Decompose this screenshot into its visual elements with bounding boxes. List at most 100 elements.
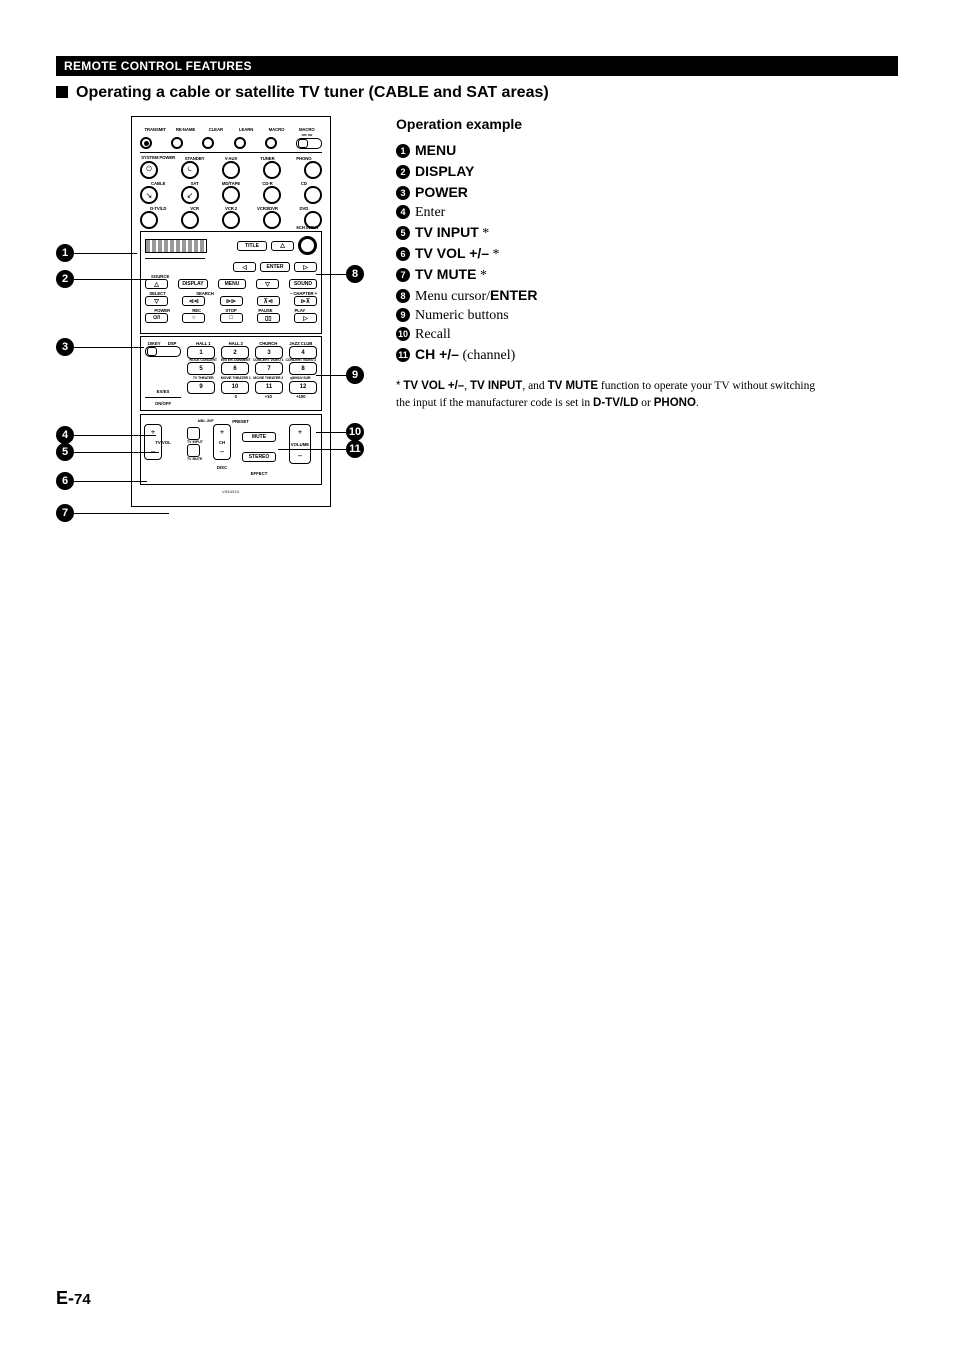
10key-dsp-switch[interactable] xyxy=(145,346,181,357)
vcr-button[interactable] xyxy=(181,211,199,229)
page: REMOTE CONTROL FEATURES Operating a cabl… xyxy=(0,0,954,1351)
num-5-button[interactable]: 5 xyxy=(187,362,215,375)
rec-button[interactable]: ○ xyxy=(182,313,205,323)
tv-input-button[interactable] xyxy=(187,427,200,440)
system-power-button[interactable]: ⏻ xyxy=(140,161,158,179)
op-item-7-suffix: * xyxy=(476,268,487,283)
callout-bubble-7: 7 xyxy=(56,504,74,522)
enter-button[interactable]: ENTER xyxy=(260,262,290,272)
menu-button[interactable]: MENU xyxy=(218,279,246,289)
onoff-col: ON/OFF xyxy=(145,394,181,406)
bullet-11: 11 xyxy=(396,348,410,362)
title-button[interactable]: TITLE xyxy=(237,241,267,251)
callout-bubble-2: 2 xyxy=(56,270,74,288)
callout-bubble-1: 1 xyxy=(56,244,74,262)
source-up-button[interactable]: △ xyxy=(145,279,168,289)
label-ch: CH xyxy=(208,440,236,445)
dtvld-button[interactable] xyxy=(140,211,158,229)
sound-button[interactable]: SOUND xyxy=(289,279,317,289)
search-fwd-button[interactable]: ⊳⊳ xyxy=(220,296,243,306)
callout-bubble-5: 5 xyxy=(56,443,74,461)
callout-bubble-8: 8 xyxy=(346,265,364,283)
bullet-7: 7 xyxy=(396,268,410,282)
num-6-button[interactable]: 6 xyxy=(221,362,249,375)
vcr3dvr-button[interactable] xyxy=(263,211,281,229)
op-item-10-text: Recall xyxy=(415,327,451,342)
cable-button[interactable]: ↘ xyxy=(140,186,158,204)
label-learn: LEARN xyxy=(231,127,261,137)
num-9-button[interactable]: 9 xyxy=(187,381,215,394)
num-11-button[interactable]: 11 xyxy=(255,381,283,394)
stop-button[interactable]: □ xyxy=(220,313,243,323)
learn-button[interactable] xyxy=(234,137,246,149)
page-prefix: E- xyxy=(56,1288,74,1308)
page-num: 74 xyxy=(74,1291,91,1308)
transmit-led xyxy=(140,137,152,149)
pause-button[interactable]: ▯▯ xyxy=(257,313,280,323)
num-10-button[interactable]: 10 xyxy=(221,381,249,394)
macro-button[interactable] xyxy=(265,137,277,149)
mdtape-button[interactable] xyxy=(222,186,240,204)
skip-fwd-button[interactable]: ⊳⊼ xyxy=(294,296,317,306)
label-tvmute: TV MUTE xyxy=(187,457,205,461)
page-number: E-74 xyxy=(56,1288,91,1309)
fn-part-2: TV INPUT xyxy=(470,380,522,392)
bottom-num-labels: 0 +10 +100 xyxy=(187,394,317,406)
cursor-down-button[interactable]: ▽ xyxy=(256,279,279,289)
macro-switch[interactable] xyxy=(296,138,322,149)
standby-button[interactable]: ⏾ xyxy=(181,161,199,179)
bottom-plus-labels: 0 +10 +100 xyxy=(187,394,317,399)
label-tvinput: TV INPUT xyxy=(187,440,205,444)
menu-row: △ DISPLAY MENU ▽ SOUND xyxy=(145,279,317,289)
label-onoff: ON/OFF xyxy=(145,401,181,406)
op-item-7-text: TV MUTE xyxy=(415,266,476,282)
cd-button[interactable] xyxy=(304,186,322,204)
op-item-11-suffix: (channel) xyxy=(459,348,515,363)
op-item-1: 1MENU xyxy=(396,142,826,160)
num-12-button[interactable]: 12 xyxy=(289,381,317,394)
num-7-button[interactable]: 7 xyxy=(255,362,283,375)
op-item-11: 11 CH +/– (channel) xyxy=(396,346,826,364)
source-display xyxy=(145,239,207,253)
vaux-button[interactable] xyxy=(222,161,240,179)
power-button[interactable]: ⏻/I xyxy=(145,313,168,323)
remote-diagram-wrapper: 1 2 3 4 5 6 7 8 9 10 11 xyxy=(56,116,396,507)
fn-part-3: , and xyxy=(522,380,547,392)
clear-button[interactable] xyxy=(202,137,214,149)
op-item-2: 2DISPLAY xyxy=(396,163,826,181)
fn-part-0: TV VOL +/– xyxy=(403,380,464,392)
volume-col: +– VOLUME xyxy=(282,424,318,469)
op-item-6-suffix: * xyxy=(489,247,500,262)
cdr-button[interactable] xyxy=(263,186,281,204)
cursor-right-button[interactable]: ▷ xyxy=(294,262,317,272)
vcr2-button[interactable] xyxy=(222,211,240,229)
cursor-left-button[interactable]: ◁ xyxy=(233,262,256,272)
op-item-4-text: Enter xyxy=(415,205,445,220)
skip-back-button[interactable]: ⊼⊲ xyxy=(257,296,280,306)
cursor-up-button[interactable]: △ xyxy=(271,241,294,251)
phono-button[interactable] xyxy=(304,161,322,179)
fn-part-4: TV MUTE xyxy=(548,380,598,392)
tuner-button[interactable] xyxy=(263,161,281,179)
op-item-8-text: ENTER xyxy=(490,287,537,303)
bottom-main-row: +– TV VOL TV INPUT TV MUTE +– CH xyxy=(144,424,318,476)
op-item-4: 4Enter xyxy=(396,205,826,221)
tv-mute-button[interactable] xyxy=(187,444,200,457)
sat-button[interactable]: ↙ xyxy=(181,186,199,204)
cursor-row: ◁ ENTER ▷ xyxy=(145,262,317,272)
label-plus100: +100 xyxy=(285,394,318,399)
select-down-button[interactable]: ▽ xyxy=(145,296,168,306)
search-rev-button[interactable]: ⊲⊲ xyxy=(182,296,205,306)
footnote: * TV VOL +/–, TV INPUT, and TV MUTE func… xyxy=(396,378,826,411)
op-item-11-text: CH +/– xyxy=(415,346,459,362)
lead-line xyxy=(74,253,137,254)
display-button[interactable]: DISPLAY xyxy=(178,279,208,289)
rename-button[interactable] xyxy=(171,137,183,149)
op-item-7: 7 TV MUTE * xyxy=(396,266,826,284)
play-button[interactable]: ▷ xyxy=(294,313,317,323)
separator xyxy=(145,258,205,259)
stereo-button[interactable]: STEREO xyxy=(242,452,276,462)
num-8-button[interactable]: 8 xyxy=(289,362,317,375)
mute-button[interactable]: MUTE xyxy=(242,432,276,442)
6ch-input-button[interactable] xyxy=(298,236,317,255)
